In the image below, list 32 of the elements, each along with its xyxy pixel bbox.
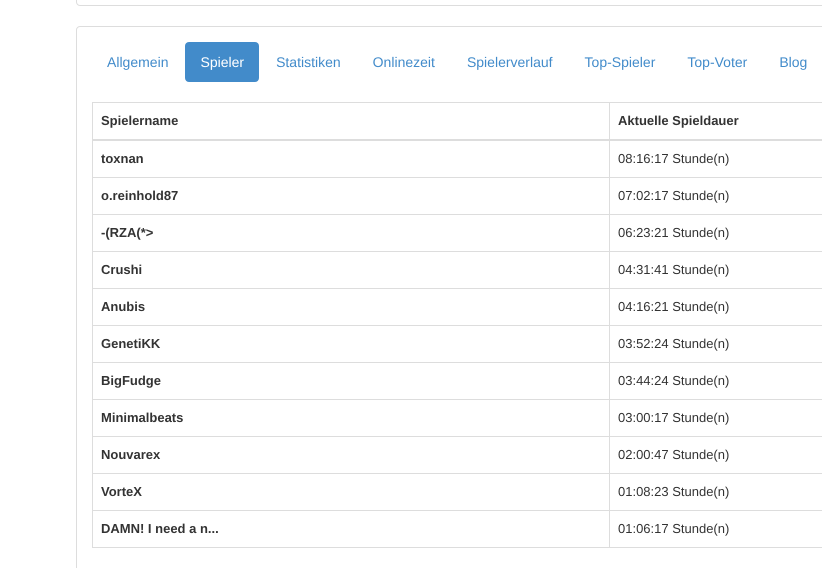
- play-duration: 03:00:17 Stunde(n): [618, 410, 730, 425]
- tab[interactable]: Allgemein: [92, 42, 184, 82]
- player-name: Crushi: [101, 262, 142, 277]
- play-duration: 03:52:24 Stunde(n): [618, 336, 730, 351]
- play-duration: 03:44:24 Stunde(n): [618, 373, 730, 388]
- player-name: -(RZA(*>: [101, 225, 154, 240]
- player-name: Nouvarex: [101, 447, 160, 462]
- player-name: Minimalbeats: [101, 410, 184, 425]
- play-duration: 06:23:21 Stunde(n): [618, 225, 730, 240]
- tab[interactable]: Top-Voter: [672, 42, 762, 82]
- tab[interactable]: Spieler: [185, 42, 260, 82]
- play-duration: 04:31:41 Stunde(n): [618, 262, 730, 277]
- play-duration: 08:16:17 Stunde(n): [618, 151, 730, 166]
- column-header: Spielername: [101, 113, 178, 128]
- play-duration: 01:06:17 Stunde(n): [618, 521, 730, 536]
- player-name: o.reinhold87: [101, 188, 178, 203]
- player-name: BigFudge: [101, 373, 161, 388]
- play-duration: 01:08:23 Stunde(n): [618, 484, 730, 499]
- tab[interactable]: Blog: [764, 42, 822, 82]
- player-name: GenetiKK: [101, 336, 160, 351]
- player-name: VorteX: [101, 484, 142, 499]
- player-name: toxnan: [101, 151, 144, 166]
- tab[interactable]: Statistiken: [261, 42, 356, 82]
- player-name: Anubis: [101, 299, 146, 314]
- player-name: DAMN! I need a n...: [101, 521, 219, 536]
- play-duration: 07:02:17 Stunde(n): [618, 188, 730, 203]
- column-header: Aktuelle Spieldauer: [618, 113, 739, 128]
- play-duration: 04:16:21 Stunde(n): [618, 299, 730, 314]
- play-duration: 02:00:47 Stunde(n): [618, 447, 730, 462]
- tab[interactable]: Onlinezeit: [358, 42, 450, 82]
- tab[interactable]: Spielerverlauf: [452, 42, 568, 82]
- tab[interactable]: Top-Spieler: [570, 42, 670, 82]
